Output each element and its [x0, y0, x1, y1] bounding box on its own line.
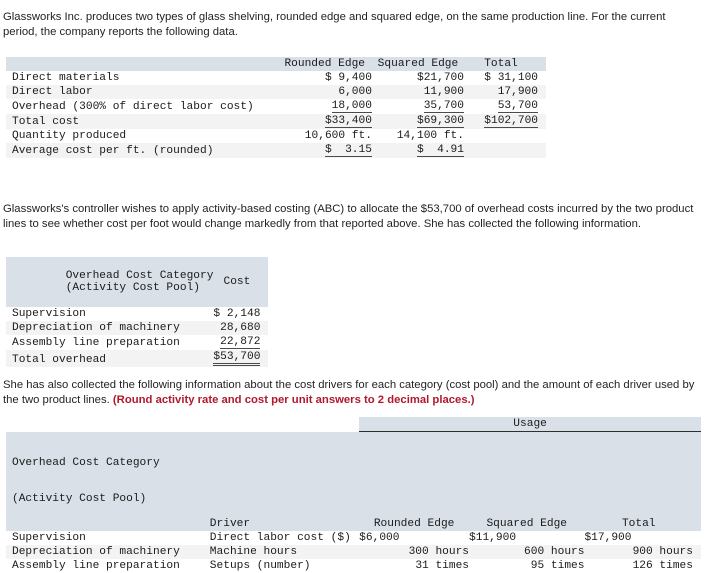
- header-cost-category-line1: Overhead Cost Category: [65, 270, 214, 282]
- row-total-value: $102,700: [484, 115, 538, 128]
- production-cost-table: Rounded Edge Squared Edge Total Direct m…: [6, 57, 546, 158]
- row-category: Depreciation of machinery: [6, 321, 214, 335]
- row-cost: 28,680: [213, 321, 269, 335]
- row-squared-value: 14,100 ft.: [396, 130, 464, 142]
- row-rounded-usage: $6,000: [359, 531, 400, 544]
- row-rounded-value: $ 9,400: [324, 72, 372, 84]
- row-category: Assembly line preparation: [12, 559, 180, 572]
- overhead-pools-table-header: Overhead Cost Category (Activity Cost Po…: [6, 257, 269, 307]
- table-row-total: Total overhead $53,700: [6, 350, 269, 367]
- group-header-usage: Usage: [359, 417, 701, 432]
- row-total-usage: $17,900: [584, 531, 632, 544]
- table-row: Depreciation of machinery 28,680: [6, 321, 269, 335]
- header-driver: Driver: [209, 431, 360, 531]
- row-squared-value: 11,900: [371, 85, 464, 99]
- row-squared-value: $69,300: [416, 115, 464, 128]
- cost-drivers-table-body: Supervision Direct labor cost ($) $6,000…: [6, 531, 701, 573]
- table-header-row: Rounded Edge Squared Edge Total: [6, 57, 546, 71]
- row-cost: 22,872: [220, 336, 261, 349]
- table-row-total: Total cost $33,400 $69,300 $102,700: [6, 114, 546, 129]
- header-squared-edge: Squared Edge: [469, 431, 585, 531]
- row-total-usage: 900 hours: [584, 544, 701, 559]
- group-header-spacer-driver: [209, 417, 360, 432]
- table-group-header-row: Usage: [6, 417, 701, 432]
- row-total-value: 53,700: [497, 100, 538, 113]
- table-row: Depreciation of machinery Machine hours …: [6, 544, 701, 559]
- abc-context-text: Glassworks's controller wishes to apply …: [3, 203, 694, 231]
- row-rounded-value: 18,000: [331, 100, 372, 113]
- table-header-row: Overhead Cost Category (Activity Cost Po…: [6, 257, 269, 307]
- header-cost-category-line2: (Activity Cost Pool): [12, 493, 147, 505]
- row-label: Overhead (300% of direct labor cost): [12, 101, 254, 113]
- cost-drivers-table-header: Usage Overhead Cost Category (Activity C…: [6, 417, 701, 531]
- cost-drivers-table: Usage Overhead Cost Category (Activity C…: [6, 417, 701, 573]
- row-driver: Direct labor cost ($): [209, 531, 351, 544]
- header-blank: [6, 57, 278, 71]
- row-squared-value: $ 4.91: [416, 144, 464, 157]
- header-rounded-edge: Rounded Edge: [359, 431, 470, 531]
- row-squared-usage: 95 times: [530, 559, 585, 572]
- production-cost-table-header: Rounded Edge Squared Edge Total: [6, 57, 546, 71]
- row-cost: $ 2,148: [213, 308, 261, 320]
- row-total-value: $ 31,100: [484, 72, 538, 84]
- row-label: Total cost: [6, 114, 278, 129]
- intro-paragraph: Glassworks Inc. produces two types of gl…: [0, 10, 707, 40]
- row-total-value: [464, 129, 546, 143]
- header-total: Total: [463, 57, 546, 71]
- row-label: Quantity produced: [12, 130, 127, 142]
- header-total: Total: [584, 431, 701, 531]
- row-rounded-value: 6,000: [277, 85, 372, 99]
- row-rounded-usage: 300 hours: [359, 544, 470, 559]
- row-squared-usage: 600 hours: [469, 544, 585, 559]
- row-total-value: [463, 143, 546, 158]
- header-cost-category-line1: Overhead Cost Category: [12, 456, 160, 469]
- row-total-value: 17,900: [463, 85, 546, 99]
- drivers-intro-paragraph: She has also collected the following inf…: [0, 378, 707, 408]
- row-rounded-value: $33,400: [324, 115, 372, 128]
- abc-context-paragraph: Glassworks's controller wishes to apply …: [0, 202, 707, 232]
- row-category: Supervision: [12, 308, 86, 320]
- row-label: Direct materials: [12, 72, 120, 84]
- table-row: Supervision $ 2,148: [6, 307, 268, 321]
- row-squared-usage: $11,900: [469, 531, 517, 544]
- row-total-usage: 126 times: [632, 559, 693, 572]
- header-cost-category-line2: (Activity Cost Pool): [65, 282, 200, 294]
- row-rounded-value: 10,600 ft.: [304, 130, 372, 142]
- overhead-pools-table-body: Supervision $ 2,148 Depreciation of mach…: [6, 307, 269, 367]
- table-row: Direct materials $ 9,400 $21,700 $ 31,10…: [6, 71, 546, 85]
- table-row: Assembly line preparation 22,872: [6, 335, 268, 350]
- production-cost-table-body: Direct materials $ 9,400 $21,700 $ 31,10…: [6, 71, 546, 158]
- row-category: Total overhead: [6, 350, 214, 367]
- header-cost-category: Overhead Cost Category (Activity Cost Po…: [6, 431, 210, 531]
- table-row: Average cost per ft. (rounded) $ 3.15 $ …: [6, 143, 546, 158]
- table-row: Overhead (300% of direct labor cost) 18,…: [6, 99, 546, 114]
- row-category: Assembly line preparation: [12, 337, 180, 349]
- row-rounded-value: $ 3.15: [324, 144, 372, 157]
- table-row: Supervision Direct labor cost ($) $6,000…: [6, 531, 701, 545]
- header-rounded-edge: Rounded Edge: [277, 57, 372, 71]
- row-category: Supervision: [12, 531, 86, 544]
- row-squared-value: 35,700: [423, 100, 464, 113]
- row-cost: $53,700: [213, 351, 261, 366]
- table-row: Assembly line preparation Setups (number…: [6, 559, 701, 573]
- row-driver: Machine hours: [209, 544, 360, 559]
- header-cost: Cost: [213, 257, 269, 307]
- row-label: Direct labor: [6, 85, 278, 99]
- row-rounded-usage: 31 times: [415, 559, 470, 572]
- header-cost-category: Overhead Cost Category (Activity Cost Po…: [6, 257, 214, 307]
- rounding-instruction: (Round activity rate and cost per unit a…: [112, 394, 475, 407]
- header-squared-edge: Squared Edge: [371, 57, 464, 71]
- table-row: Direct labor 6,000 11,900 17,900: [6, 85, 546, 99]
- row-label: Average cost per ft. (rounded): [6, 143, 278, 158]
- overhead-pools-table: Overhead Cost Category (Activity Cost Po…: [6, 257, 269, 367]
- table-row: Quantity produced 10,600 ft. 14,100 ft.: [6, 129, 546, 143]
- intro-text: Glassworks Inc. produces two types of gl…: [3, 11, 666, 39]
- row-driver: Setups (number): [209, 559, 311, 572]
- row-squared-value: $21,700: [416, 72, 464, 84]
- table-header-row: Overhead Cost Category (Activity Cost Po…: [6, 431, 701, 531]
- row-category: Depreciation of machinery: [6, 544, 210, 559]
- group-header-spacer-category: [6, 417, 210, 432]
